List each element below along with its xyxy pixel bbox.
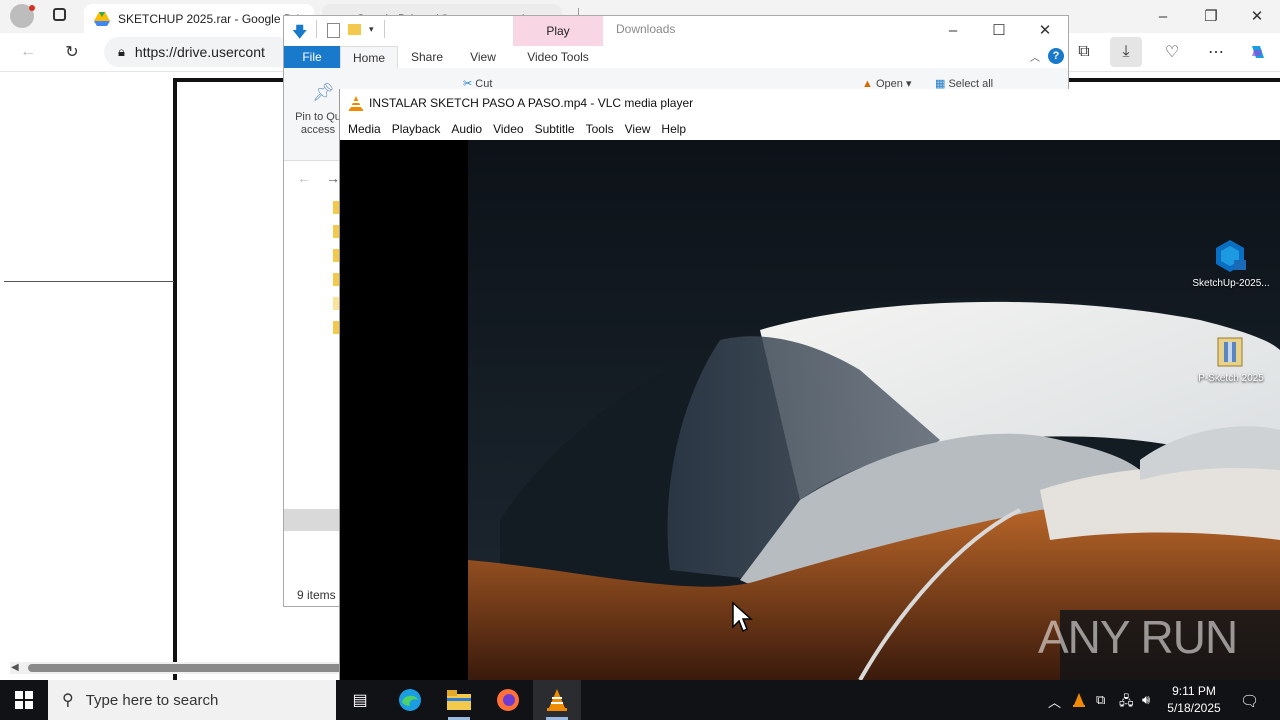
vlc-taskbar-icon[interactable] [533,680,581,720]
explorer-close-button[interactable]: ✕ [1022,16,1068,44]
ribbon-collapse-icon[interactable]: ︿ [1030,49,1040,64]
qat-dropdown-icon[interactable]: ▾ [369,24,374,35]
lock-icon: 🔒︎ [118,44,125,59]
menu-video[interactable]: Video [493,122,523,136]
taskbar-clock[interactable]: 9:11 PM 5/18/2025 [1162,683,1226,717]
windows-logo-icon [15,691,33,709]
ribbon-tab-strip [284,46,1068,69]
menu-audio[interactable]: Audio [451,122,482,136]
search-icon: ⚲ [62,692,74,709]
downloads-icon[interactable]: ⤓ [1110,37,1142,67]
vlc-video-area[interactable] [340,140,1280,680]
start-button[interactable] [0,680,48,720]
ribbon-tab-file[interactable]: File [284,46,340,68]
firefox-taskbar-icon[interactable] [484,680,532,720]
address-text: https://drive.usercont [134,44,265,60]
vlc-cone-icon [349,96,363,111]
tab-sketchup-rar[interactable]: SKETCHUP 2025.rar - Google Dri [84,4,314,33]
taskbar-search-box[interactable]: ⚲ Type here to search [48,680,336,720]
qat-divider [384,20,385,38]
properties-icon[interactable] [327,23,340,38]
menu-view[interactable]: View [625,122,651,136]
google-drive-icon [94,11,110,26]
new-folder-icon[interactable] [348,24,361,35]
qat-divider [316,20,317,38]
menu-tools[interactable]: Tools [586,122,614,136]
explorer-back-icon[interactable]: ← [297,170,311,186]
tab-actions-icon[interactable] [53,8,66,21]
search-placeholder: Type here to search [85,691,219,709]
volume-icon[interactable]: 🔊︎ [1142,692,1150,708]
device-tray-icon[interactable]: ⧉ [1096,692,1105,708]
menu-subtitle[interactable]: Subtitle [535,122,575,136]
ribbon-tab-video-tools[interactable]: Video Tools [513,46,603,68]
vlc-title: INSTALAR SKETCH PASO A PASO.mp4 - VLC me… [369,96,694,110]
edge-taskbar-icon[interactable] [386,680,434,720]
browser-essentials-icon[interactable]: ♡ [1156,37,1188,67]
archive-icon [1217,337,1243,367]
ribbon-tab-home[interactable]: Home [340,46,398,68]
profile-badge [29,5,35,11]
browser-restore-button[interactable]: ❐ [1188,2,1234,30]
vlc-menubar: Media Playback Audio Video Subtitle Tool… [340,118,1280,140]
tab-label: SKETCHUP 2025.rar - Google Dri [118,11,300,26]
sketchup-icon-label: SketchUp-2025... [1192,278,1270,289]
pin-icon: 📌︎ [312,82,335,102]
anyrun-watermark: ANY RUN [1038,611,1238,663]
document-divider [4,281,174,282]
psketch-desktop-icon[interactable] [1216,336,1244,371]
file-explorer-taskbar-icon[interactable] [435,680,483,720]
ribbon-tab-share[interactable]: Share [404,46,450,68]
collections-icon[interactable]: ⧉ [1068,37,1100,67]
vlc-titlebar: INSTALAR SKETCH PASO A PASO.mp4 - VLC me… [340,90,1280,116]
explorer-forward-icon[interactable]: → [326,170,340,186]
explorer-title: Downloads [616,22,676,36]
mouse-cursor-icon [732,601,753,633]
scroll-left-icon[interactable]: ◀ [11,662,19,673]
vlc-tray-icon[interactable] [1072,692,1086,711]
clock-time: 9:11 PM [1172,684,1216,698]
clock-date: 5/18/2025 [1167,701,1221,715]
pin-label-2: access [300,124,336,136]
address-bar[interactable]: 🔒︎ https://drive.usercont [104,37,294,67]
psketch-icon-label: P-Sketch 2025 [1198,373,1264,384]
browser-minimize-button[interactable]: – [1140,2,1186,30]
scrollbar-thumb[interactable] [28,664,345,672]
pin-label: Pin to Qu [295,111,341,123]
help-icon[interactable]: ? [1048,48,1064,64]
notifications-icon[interactable]: 🗨︎ [1240,692,1259,710]
sketchup-desktop-icon[interactable] [1212,238,1248,277]
ribbon-tab-view[interactable]: View [460,46,506,68]
copilot-icon[interactable] [1242,37,1274,67]
show-hidden-icons[interactable]: ︿ [1048,692,1061,711]
network-icon[interactable]: 🖧︎ [1119,692,1134,714]
task-view-icon[interactable]: ▤ [336,680,384,720]
browser-close-button[interactable]: ✕ [1234,2,1280,30]
selected-file-row[interactable] [284,509,340,531]
desktop-wallpaper-video-frame [340,140,1280,680]
menu-media[interactable]: Media [348,122,381,136]
explorer-minimize-button[interactable]: – [930,16,976,44]
download-arrow-icon: 🡇 [292,24,308,41]
reload-button[interactable]: ↻ [56,37,88,67]
contextual-play-tab[interactable]: Play [513,16,603,46]
back-button[interactable]: ← [12,37,44,67]
sketchup-icon [1216,240,1246,272]
menu-playback[interactable]: Playback [392,122,441,136]
pin-to-quick-access-button[interactable]: Pin to Qu access [290,111,346,137]
more-options-icon[interactable]: ⋯ [1200,37,1232,67]
explorer-status-items: 9 items [297,588,336,602]
menu-help[interactable]: Help [661,122,686,136]
explorer-maximize-button[interactable]: ☐ [976,16,1022,44]
